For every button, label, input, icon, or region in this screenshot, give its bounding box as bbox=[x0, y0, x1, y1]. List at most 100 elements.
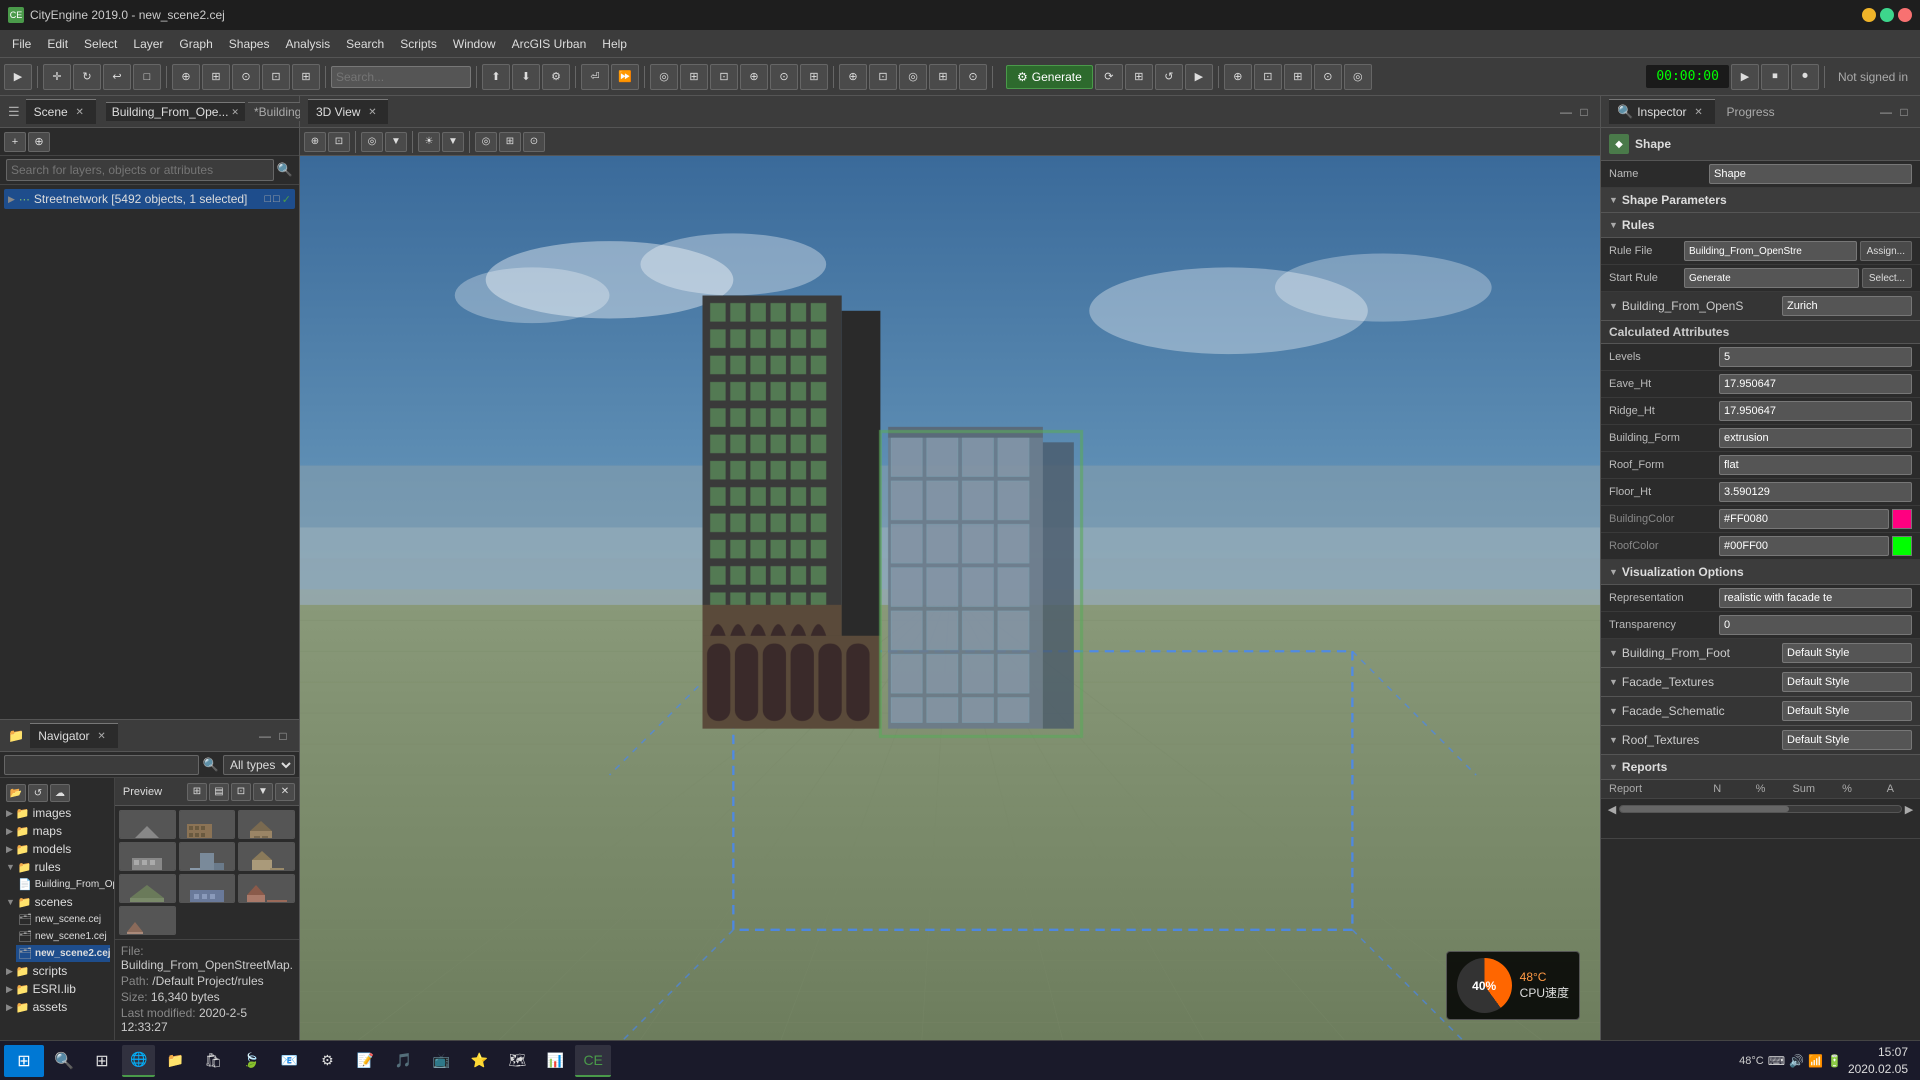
view-cam-btn4[interactable]: ▼ bbox=[385, 132, 407, 152]
scene-file-1[interactable]: 🗂 new_scene.cej bbox=[16, 911, 110, 928]
folder-esrilib[interactable]: ▶ 📁 ESRI.lib bbox=[4, 980, 110, 998]
roof-color-input[interactable] bbox=[1719, 536, 1889, 556]
view-cam-btn2[interactable]: ⊡ bbox=[328, 132, 350, 152]
preview-filter-btn[interactable]: ▼ bbox=[253, 783, 273, 801]
nav-tab-close[interactable]: ✕ bbox=[94, 728, 110, 744]
scene-file-3-active[interactable]: 🗂 new_scene2.cej bbox=[16, 945, 110, 962]
menu-file[interactable]: File bbox=[4, 33, 39, 55]
building-color-input[interactable] bbox=[1719, 509, 1889, 529]
toolbar-geo-btn5[interactable]: ⊙ bbox=[959, 64, 987, 90]
menu-search[interactable]: Search bbox=[338, 33, 392, 55]
folder-scripts[interactable]: ▶ 📁 scripts bbox=[4, 962, 110, 980]
taskbar-apps-btn2[interactable]: 📧 bbox=[271, 1045, 307, 1077]
taskbar-cityengine-app[interactable]: CE bbox=[575, 1045, 610, 1077]
facade-schematic-dropdown[interactable]: Default Style bbox=[1782, 701, 1912, 721]
menu-help[interactable]: Help bbox=[594, 33, 635, 55]
view-maximize-btn[interactable]: □ bbox=[1576, 104, 1592, 120]
transparency-select[interactable]: 0 bbox=[1719, 615, 1912, 635]
taskbar-apps-btn6[interactable]: 📺 bbox=[423, 1045, 459, 1077]
menu-window[interactable]: Window bbox=[445, 33, 504, 55]
scene-toolbar-add-btn[interactable]: + bbox=[4, 132, 26, 152]
reports-section[interactable]: ▼ Reports bbox=[1601, 755, 1920, 780]
inspector-minimize-btn[interactable]: — bbox=[1878, 104, 1894, 120]
taskbar-apps-btn7[interactable]: ⭐ bbox=[461, 1045, 497, 1077]
building-tab-1[interactable]: Building_From_Ope... ✕ bbox=[106, 102, 245, 121]
view-3d-tab-close[interactable]: ✕ bbox=[364, 104, 380, 120]
maximize-btn[interactable] bbox=[1880, 8, 1894, 22]
taskbar-apps-btn5[interactable]: 🎵 bbox=[385, 1045, 421, 1077]
roof-color-swatch[interactable] bbox=[1892, 536, 1912, 556]
nav-folder-open-btn[interactable]: 📂 bbox=[6, 784, 26, 802]
toolbar-extra-btn5[interactable]: ◎ bbox=[1344, 64, 1372, 90]
building-from-opens-section[interactable]: ▼ Building_From_OpenS Zurich NewYork Van… bbox=[1601, 292, 1920, 321]
taskbar-store-btn[interactable]: 🛍 bbox=[195, 1045, 231, 1077]
scene-toolbar-plus-btn[interactable]: ⊕ bbox=[28, 132, 50, 152]
preview-item-wellington[interactable]: Wellington bbox=[179, 874, 236, 903]
preview-item-genericmod[interactable]: GenericMod bbox=[179, 810, 236, 839]
folder-rules[interactable]: ▼ 📁 rules bbox=[4, 858, 110, 876]
building-color-swatch[interactable] bbox=[1892, 509, 1912, 529]
menu-analysis[interactable]: Analysis bbox=[277, 33, 338, 55]
reports-scroll-area[interactable]: ◀ ▶ bbox=[1601, 799, 1920, 839]
reports-scroll-track[interactable] bbox=[1619, 805, 1902, 813]
inspector-tab-close[interactable]: ✕ bbox=[1691, 104, 1707, 120]
preview-item-riomaggiore[interactable]: Riomaggiore bbox=[119, 906, 176, 935]
toolbar-geo-btn[interactable]: ⊕ bbox=[839, 64, 867, 90]
toolbar-view-btn4[interactable]: ⊕ bbox=[740, 64, 768, 90]
toolbar-undo-btn[interactable]: ↩ bbox=[103, 64, 131, 90]
reports-scroll-left[interactable]: ◀ bbox=[1605, 802, 1619, 816]
preview-item-default[interactable]: Default bbox=[119, 810, 176, 839]
toolbar-view-btn3[interactable]: ⊡ bbox=[710, 64, 738, 90]
folder-scenes[interactable]: ▼ 📁 scenes bbox=[4, 893, 110, 911]
preview-item-vancouver[interactable]: Vancouver bbox=[238, 842, 295, 871]
toolbar-rec-btn[interactable]: ⏺ bbox=[1791, 64, 1819, 90]
rules-section[interactable]: ▼ Rules bbox=[1601, 213, 1920, 238]
building-foot-dropdown[interactable]: Default Style bbox=[1782, 643, 1912, 663]
rule-file-input[interactable] bbox=[1684, 241, 1857, 261]
preview-view-btn3[interactable]: ⊡ bbox=[231, 783, 251, 801]
nav-refresh-btn[interactable]: ↺ bbox=[28, 784, 48, 802]
toolbar-extra-btn1[interactable]: ⊕ bbox=[1224, 64, 1252, 90]
view-minimize-btn[interactable]: — bbox=[1558, 104, 1574, 120]
reports-scroll-right[interactable]: ▶ bbox=[1902, 802, 1916, 816]
preview-view-btn1[interactable]: ⊞ bbox=[187, 783, 207, 801]
facade-textures-section[interactable]: ▼ Facade_Textures Default Style bbox=[1601, 668, 1920, 697]
toolbar-extra-btn4[interactable]: ⊙ bbox=[1314, 64, 1342, 90]
toolbar-import-btn[interactable]: ⬆ bbox=[482, 64, 510, 90]
toolbar-camera-btn[interactable]: ⊡ bbox=[262, 64, 290, 90]
toolbar-gen-btn3[interactable]: ⊞ bbox=[1125, 64, 1153, 90]
scene-search-icon[interactable]: 🔍 bbox=[277, 162, 293, 178]
toolbar-geo-btn3[interactable]: ◎ bbox=[899, 64, 927, 90]
view-disp-btn1[interactable]: ☀ bbox=[418, 132, 440, 152]
toolbar-step-btn[interactable]: ⏩ bbox=[611, 64, 639, 90]
scene-tab[interactable]: Scene ✕ bbox=[26, 99, 96, 124]
menu-edit[interactable]: Edit bbox=[39, 33, 76, 55]
folder-assets[interactable]: ▶ 📁 assets bbox=[4, 998, 110, 1016]
view-3d-tab[interactable]: 3D View ✕ bbox=[308, 99, 388, 124]
rules-cga-file[interactable]: 📄 Building_From_OpenStreetMap.cga bbox=[16, 876, 110, 893]
taskbar-search-btn[interactable]: 🔍 bbox=[46, 1045, 82, 1077]
menu-graph[interactable]: Graph bbox=[171, 33, 220, 55]
nav-cloud-btn[interactable]: ☁ bbox=[50, 784, 70, 802]
menu-select[interactable]: Select bbox=[76, 33, 125, 55]
toolbar-measure-btn[interactable]: ⊙ bbox=[232, 64, 260, 90]
preview-item-monaco[interactable]: Monaco bbox=[238, 874, 295, 903]
taskbar-apps-btn3[interactable]: ⚙ bbox=[309, 1045, 345, 1077]
inspector-maximize-btn[interactable]: □ bbox=[1896, 104, 1912, 120]
view-cam-btn3[interactable]: ◎ bbox=[361, 132, 383, 152]
view-nav-btn2[interactable]: ⊞ bbox=[499, 132, 521, 152]
nav-maximize-btn[interactable]: □ bbox=[275, 728, 291, 744]
preview-item-zurich[interactable]: Zurich bbox=[119, 874, 176, 903]
building-foot-section[interactable]: ▼ Building_From_Foot Default Style bbox=[1601, 639, 1920, 668]
select-button[interactable]: Select... bbox=[1862, 268, 1912, 288]
representation-select[interactable]: realistic with facade te bbox=[1719, 588, 1912, 608]
toolbar-view-btn5[interactable]: ⊙ bbox=[770, 64, 798, 90]
scene-search-input[interactable] bbox=[6, 159, 274, 181]
folder-models[interactable]: ▶ 📁 models bbox=[4, 840, 110, 858]
roof-form-select[interactable]: flat bbox=[1719, 455, 1912, 475]
facade-schematic-section[interactable]: ▼ Facade_Schematic Default Style bbox=[1601, 697, 1920, 726]
assign-button[interactable]: Assign... bbox=[1860, 241, 1912, 261]
progress-tab[interactable]: Progress bbox=[1719, 101, 1783, 123]
taskbar-explorer-btn[interactable]: 📁 bbox=[157, 1045, 193, 1077]
inspector-tab[interactable]: 🔍 Inspector ✕ bbox=[1609, 99, 1715, 124]
